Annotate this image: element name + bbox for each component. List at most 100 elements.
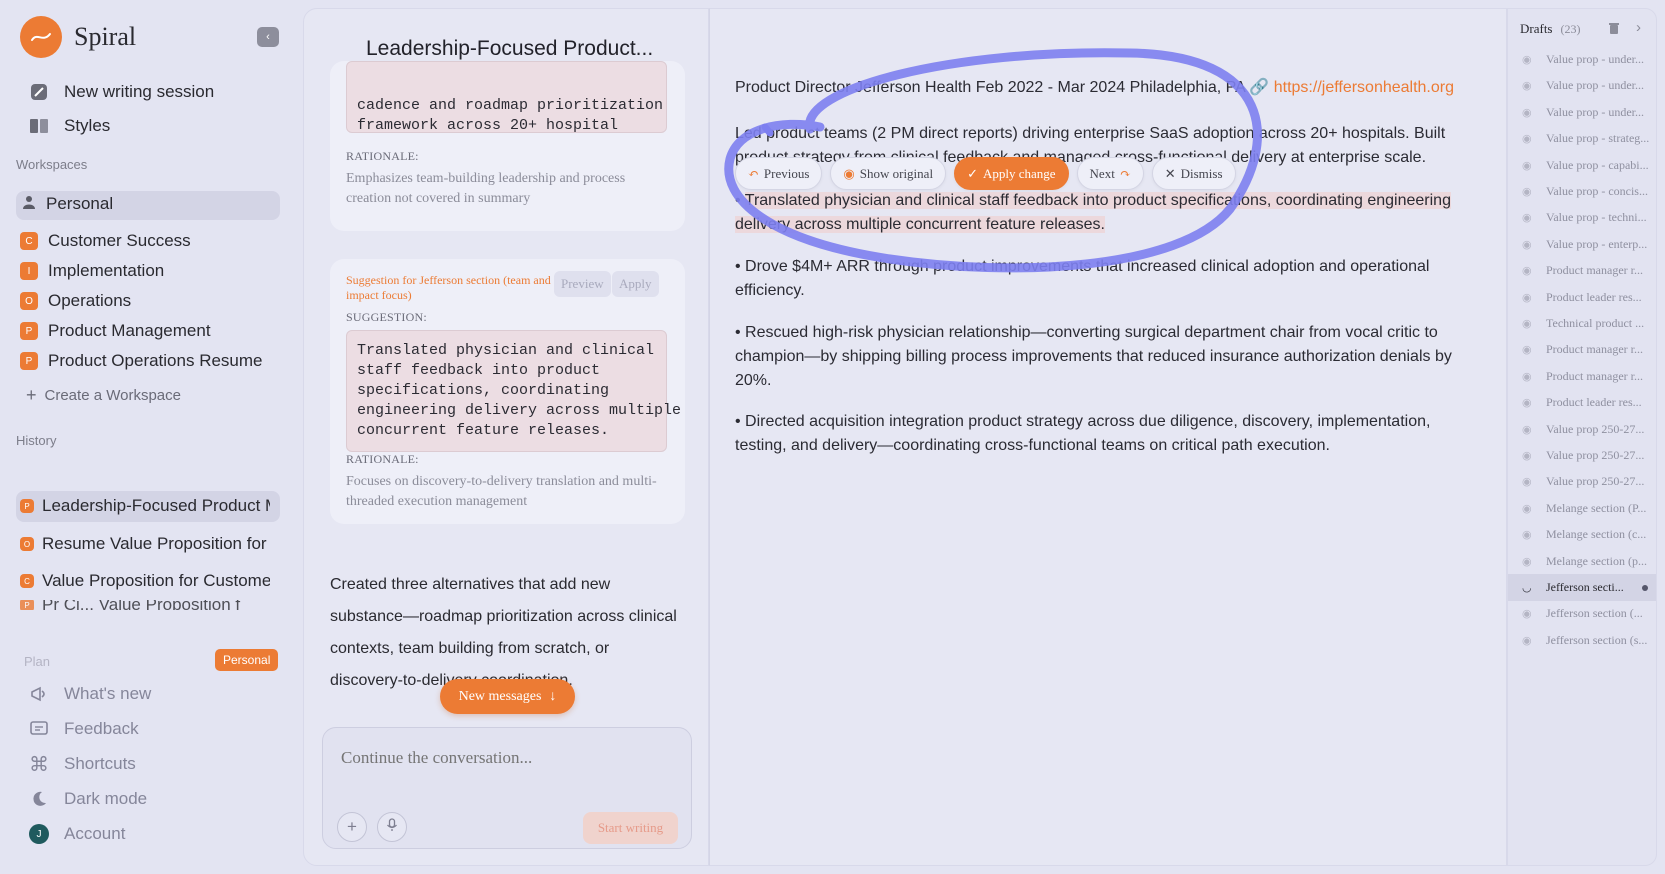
shortcuts-button[interactable]: ⌘ Shortcuts: [28, 753, 136, 776]
bottom-item-label: Account: [64, 824, 126, 843]
styles-button[interactable]: Styles: [28, 115, 110, 137]
draft-label: Value prop - strateg...: [1546, 131, 1650, 146]
workspace-label: Operations: [48, 291, 132, 310]
draft-item[interactable]: ◉ Melange section (c...: [1508, 521, 1656, 548]
history-item[interactable]: P Leadership-Focused Product M: [20, 496, 270, 516]
feedback-button[interactable]: Feedback: [28, 718, 139, 740]
start-writing-button[interactable]: Start writing: [583, 812, 678, 844]
drafts-title: Drafts: [1520, 21, 1553, 36]
draft-item[interactable]: ◉ Value prop - under...: [1508, 72, 1656, 99]
draft-item[interactable]: ◉ Value prop 250-27...: [1508, 468, 1656, 495]
draft-item[interactable]: ◉ Value prop - techni...: [1508, 204, 1656, 231]
sidebar: Spiral ‹ New writing session Styles Work…: [0, 0, 290, 874]
plan-badge[interactable]: Personal: [215, 649, 279, 671]
draft-label: Value prop 250-27...: [1546, 448, 1645, 462]
undo-arrow-icon: ↶: [748, 165, 759, 181]
workspace-item-customer-success[interactable]: C Customer Success: [20, 231, 191, 251]
nav-label: New writing session: [64, 82, 215, 101]
microphone-button[interactable]: [377, 812, 407, 842]
bottom-item-label: What's new: [64, 684, 152, 703]
workspace-badge: P: [20, 322, 38, 340]
workspace-item-implementation[interactable]: I Implementation: [20, 261, 164, 281]
bullet-item: • Rescued high-risk physician relationsh…: [735, 324, 1452, 389]
draft-label: Melange section (P...: [1546, 500, 1647, 515]
company-link[interactable]: https://jeffersonhealth.org: [1274, 79, 1454, 96]
rationale-text: Emphasizes team-building leadership and …: [346, 171, 626, 206]
workspace-badge: C: [20, 232, 38, 250]
dark-mode-button[interactable]: Dark mode: [28, 788, 147, 810]
role-header-text: Product Director Jefferson Health Feb 20…: [735, 79, 1274, 96]
draft-item[interactable]: ◉ Technical product ...: [1508, 310, 1656, 337]
show-original-button[interactable]: ◉ Show original: [830, 157, 947, 190]
draft-item[interactable]: ◉ Melange section (P...: [1508, 495, 1656, 522]
history-item[interactable]: P Pr Ci... Value Proposition f: [20, 600, 270, 610]
draft-item[interactable]: ◉ Product leader res...: [1508, 284, 1656, 311]
preview-button[interactable]: Preview: [554, 271, 611, 297]
draft-item[interactable]: ◉ Value prop 250-27...: [1508, 416, 1656, 443]
eye-icon: ◉: [1522, 133, 1532, 146]
message-input[interactable]: [341, 748, 661, 768]
workspace-item-product-management[interactable]: P Product Management: [20, 321, 211, 341]
next-button[interactable]: Next ↷: [1076, 157, 1144, 190]
eye-icon: ◉: [1522, 318, 1532, 330]
eye-icon: ◉: [1522, 212, 1532, 225]
previous-label: Previous: [763, 165, 810, 181]
previous-button[interactable]: ↶ Previous: [735, 157, 823, 190]
eye-icon: ◉: [1522, 555, 1532, 568]
moon-icon: [28, 788, 50, 810]
collapse-sidebar-icon[interactable]: ‹: [257, 27, 279, 47]
draft-label: Product manager r...: [1546, 263, 1643, 278]
dismiss-button[interactable]: ✕ Dismiss: [1151, 157, 1236, 190]
draft-item[interactable]: ◡ Jefferson secti...: [1508, 574, 1656, 601]
account-button[interactable]: J Account: [28, 823, 125, 845]
draft-label: Value prop - under...: [1546, 78, 1644, 93]
draft-label: Value prop - under...: [1546, 104, 1644, 119]
apply-change-button[interactable]: ✓ Apply change: [954, 157, 1069, 190]
app-logo[interactable]: Spiral: [20, 16, 136, 58]
eye-icon: ◉: [1522, 502, 1532, 515]
rationale-label: RATIONALE:: [346, 452, 419, 466]
draft-label: Jefferson section (s...: [1546, 632, 1648, 647]
draft-item[interactable]: ◉ Jefferson section (...: [1508, 600, 1656, 627]
draft-item[interactable]: ◉ Product manager r...: [1508, 257, 1656, 284]
history-item[interactable]: O Resume Value Proposition for: [20, 534, 270, 554]
workspaces-label: Workspaces: [16, 157, 88, 172]
suggested-change-highlight[interactable]: Translated physician and clinical staff …: [735, 192, 1451, 233]
history-label-text: Leadership-Focused Product M: [42, 496, 270, 515]
draft-item[interactable]: ◉ Product leader res...: [1508, 389, 1656, 416]
draft-item[interactable]: ◉ Value prop - enterp...: [1508, 231, 1656, 258]
create-workspace-button[interactable]: + Create a Workspace: [26, 385, 181, 406]
draft-item[interactable]: ◉ Value prop - concis...: [1508, 178, 1656, 205]
feedback-icon: [28, 718, 50, 740]
chevron-right-icon[interactable]: ›: [1636, 19, 1641, 36]
drafts-panel: Drafts (23) › ◉ Value prop - under... ◉ Val…: [1507, 8, 1657, 866]
draft-item[interactable]: ◉ Product manager r...: [1508, 363, 1656, 390]
eye-icon: ◉: [1522, 397, 1532, 410]
eye-icon: ◉: [1522, 476, 1532, 489]
chat-panel: Leadership-Focused Product... cadence an…: [303, 8, 709, 866]
draft-item[interactable]: ◉ Value prop - capabi...: [1508, 152, 1656, 179]
history-item[interactable]: C Value Proposition for Custome: [20, 571, 270, 591]
new-writing-session-button[interactable]: New writing session: [28, 81, 214, 103]
add-attachment-button[interactable]: +: [337, 812, 367, 842]
draft-item[interactable]: ◉ Value prop - strateg...: [1508, 125, 1656, 152]
workspace-item-operations[interactable]: O Operations: [20, 291, 131, 311]
workspace-item-product-operations-resume[interactable]: P Product Operations Resume: [20, 351, 268, 371]
suggestion-card-jefferson: Suggestion for Jefferson section (team a…: [330, 259, 685, 524]
whats-new-button[interactable]: What's new: [28, 683, 151, 705]
draft-item[interactable]: ◉ Melange section (p...: [1508, 548, 1656, 575]
eye-icon: ◉: [1522, 265, 1532, 278]
trash-icon[interactable]: [1608, 22, 1620, 38]
apply-button[interactable]: Apply: [612, 271, 659, 297]
draft-item[interactable]: ◉ Product manager r...: [1508, 336, 1656, 363]
history-badge: O: [20, 537, 34, 551]
rationale-label: RATIONALE:: [346, 149, 419, 163]
new-messages-button[interactable]: New messages ↓: [440, 679, 575, 714]
draft-item[interactable]: ◉ Jefferson section (s...: [1508, 627, 1656, 654]
draft-item[interactable]: ◉ Value prop - under...: [1508, 46, 1656, 73]
book-icon: [28, 115, 50, 137]
draft-label: Value prop - under...: [1546, 52, 1644, 66]
draft-item[interactable]: ◉ Value prop 250-27...: [1508, 442, 1656, 469]
workspace-item-personal[interactable]: Personal: [22, 194, 113, 214]
draft-item[interactable]: ◉ Value prop - under...: [1508, 99, 1656, 126]
